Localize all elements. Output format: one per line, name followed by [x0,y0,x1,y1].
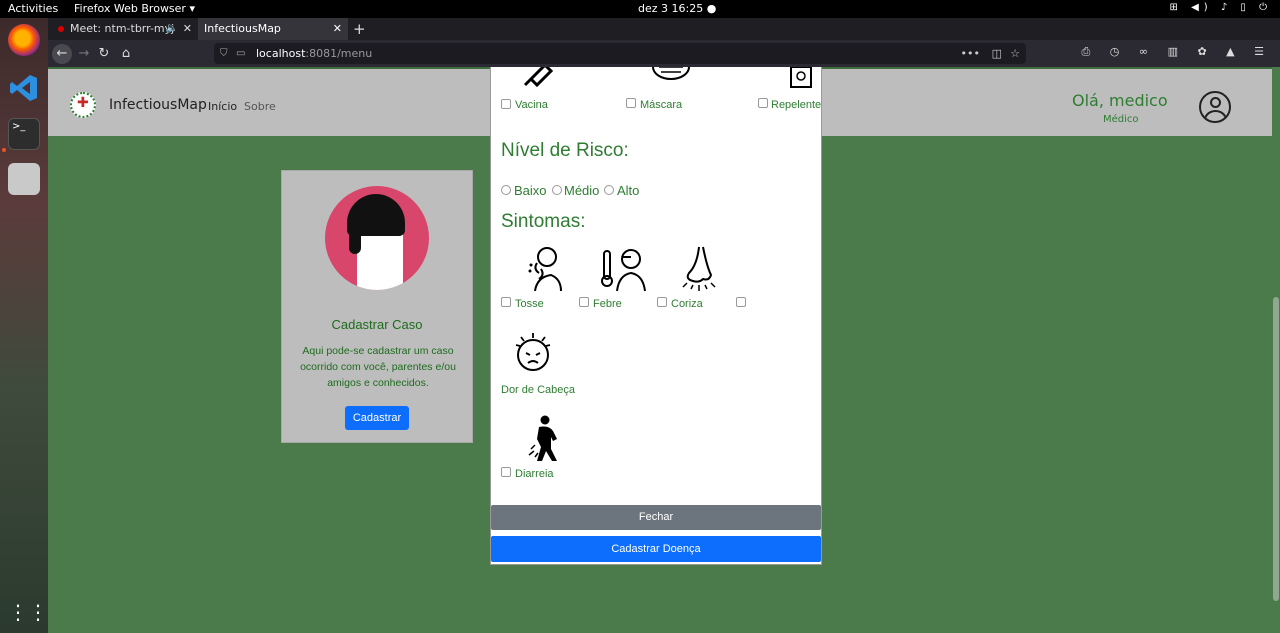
tab-label: Meet: ntm-tbrr-myj [70,22,175,35]
brand-name[interactable]: InfectiousMap [109,97,207,113]
label-medio: Médio [564,183,600,198]
repellent-icon [789,67,813,89]
radio-baixo[interactable] [501,185,511,195]
reload-icon[interactable]: ↻ [94,44,114,64]
symptoms-heading: Sintomas: [501,211,586,232]
label-vacina: Vacina [515,99,548,111]
active-indicator [2,148,6,152]
user-greeting: Olá, medico [1072,91,1168,110]
firefox-icon[interactable] [8,24,40,56]
cadastrar-button[interactable]: Cadastrar [345,406,409,430]
pocket-icon[interactable]: ◫ [992,43,1002,64]
new-tab-button[interactable]: + [353,18,366,40]
page-info-icon[interactable]: ▭ [236,43,245,64]
label-dor-de-cabeca: Dor de Cabeça [501,384,575,396]
tab-meet[interactable]: Meet: ntm-tbrr-myj 🔈 ✕ [54,18,198,40]
page-viewport: InfectiousMap Início Sobre Olá, medico M… [48,67,1280,633]
dock: >_ ⋮⋮⋮ [0,18,68,633]
cough-icon [527,245,565,291]
checkbox-mascara[interactable] [626,98,636,108]
app-menu[interactable]: Firefox Web Browser ▾ [74,2,195,15]
label-baixo: Baixo [514,183,547,198]
register-disease-modal: Vacina Máscara Repelente Nível de Risco:… [490,67,822,565]
risk-heading: Nível de Risco: [501,140,629,161]
nav-link-inicio[interactable]: Início [208,100,237,113]
syringe-icon [521,67,561,87]
nav-link-sobre[interactable]: Sobre [244,100,276,113]
checkbox-febre[interactable] [579,297,589,307]
label-diarreia: Diarreia [515,468,554,480]
clock[interactable]: dez 3 16:25 ● [638,2,716,15]
scrollbar-thumb[interactable] [1273,297,1279,601]
recording-icon [58,26,64,32]
radio-medio[interactable] [552,185,562,195]
label-tosse: Tosse [515,298,544,310]
tab-label: InfectiousMap [204,22,281,35]
card-title: Cadastrar Caso [331,317,423,332]
sick-person-illustration [325,186,429,290]
home-icon[interactable]: ⌂ [116,44,136,64]
tab-infectiousmap[interactable]: InfectiousMap ✕ [198,18,348,40]
system-tray-icons[interactable]: ⊞ ◀) ♪ ▯ ⏻ [1170,2,1272,13]
label-mascara: Máscara [640,99,683,111]
mask-icon [651,67,691,85]
back-icon[interactable]: ← [52,44,72,64]
fever-icon [601,245,647,291]
checkbox-repelente[interactable] [758,98,768,108]
more-icon[interactable]: ••• [961,43,980,64]
files-icon[interactable] [8,163,40,195]
navigation-toolbar: ← → ↻ ⌂ ⛉ ▭ localhost:8081/menu ••• ◫ ☆ … [48,40,1280,67]
shield-icon[interactable]: ⛉ [220,43,228,64]
tab-strip: Meet: ntm-tbrr-myj 🔈 ✕ InfectiousMap ✕ + [48,18,1280,40]
radio-alto[interactable] [604,185,614,195]
speaker-icon[interactable]: 🔈 [166,18,178,40]
terminal-icon[interactable]: >_ [8,118,40,150]
runny-nose-icon [681,245,719,291]
checkbox-coriza[interactable] [657,297,667,307]
checkbox-tosse[interactable] [501,297,511,307]
user-avatar-icon[interactable] [1199,91,1231,123]
url-host: localhost [256,47,306,60]
label-febre: Febre [593,298,622,310]
forward-icon[interactable]: → [74,44,94,64]
card-text: Aqui pode-se cadastrar um caso ocorrido … [300,345,456,389]
page-scrollbar[interactable] [1272,67,1280,633]
label-coriza: Coriza [671,298,703,310]
close-tab-icon[interactable]: ✕ [333,18,342,40]
checkbox-diarreia[interactable] [501,467,511,477]
url-path: :8081/menu [305,47,373,60]
checkbox-dor-de-cabeca[interactable] [736,297,746,307]
checkbox-vacina[interactable] [501,99,511,109]
url-bar[interactable]: ⛉ ▭ localhost:8081/menu ••• ◫ ☆ [214,43,1026,64]
show-apps-icon[interactable]: ⋮⋮⋮ [8,596,68,628]
headache-icon [513,331,553,373]
close-button[interactable]: Fechar [491,505,821,530]
toolbar-icons[interactable]: ⎙ ◷ ∞ ▥ ✿ ▲ ☰ [1082,45,1272,59]
cadastrar-caso-card: Cadastrar Caso Aqui pode-se cadastrar um… [281,170,473,443]
bookmark-star-icon[interactable]: ☆ [1010,43,1020,64]
vscode-icon[interactable] [8,72,40,104]
user-role: Médico [1103,114,1139,125]
label-alto: Alto [617,183,640,198]
diarrhea-icon [527,415,565,461]
logo-icon[interactable] [70,92,96,118]
close-tab-icon[interactable]: ✕ [183,18,192,40]
label-repelente: Repelente [771,99,822,111]
activities-button[interactable]: Activities [8,2,58,15]
system-top-bar: Activities Firefox Web Browser ▾ dez 3 1… [0,0,1280,18]
register-disease-button[interactable]: Cadastrar Doença [491,536,821,562]
